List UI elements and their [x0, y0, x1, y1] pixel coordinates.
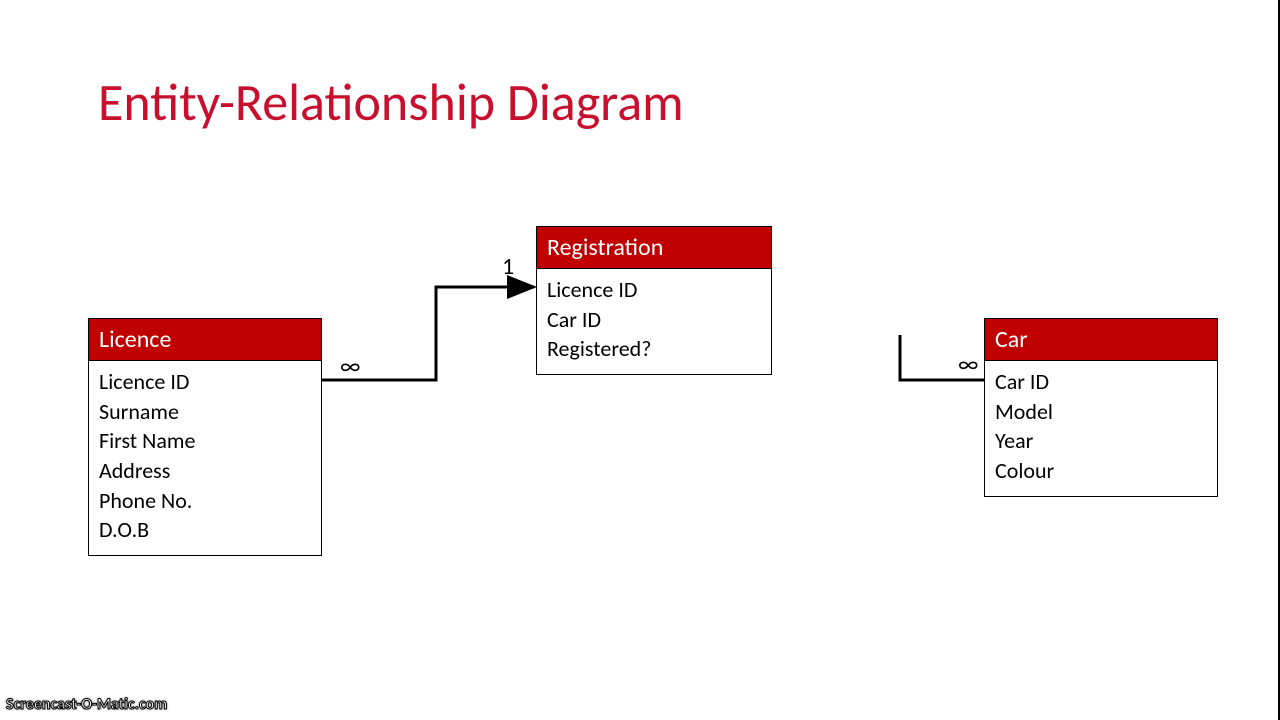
watermark: Screencast-O-Matic.com: [6, 695, 167, 714]
entity-registration-body: Licence ID Car ID Registered?: [537, 269, 771, 374]
cardinality-registration: 1: [502, 252, 514, 281]
entity-field: Phone No.: [99, 486, 311, 516]
entity-field: Model: [995, 397, 1207, 427]
entity-licence-header: Licence: [89, 319, 321, 361]
entity-field: Colour: [995, 456, 1207, 486]
entity-car-body: Car ID Model Year Colour: [985, 361, 1217, 496]
entity-field: Surname: [99, 397, 311, 427]
entity-licence: Licence Licence ID Surname First Name Ad…: [88, 318, 322, 556]
entity-field: Registered?: [547, 334, 761, 364]
entity-field: Licence ID: [99, 367, 311, 397]
entity-field: D.O.B: [99, 515, 311, 545]
entity-field: Licence ID: [547, 275, 761, 305]
entity-field: Car ID: [547, 305, 761, 335]
entity-field: First Name: [99, 426, 311, 456]
page-title: Entity-Relationship Diagram: [98, 70, 684, 134]
entity-registration: Registration Licence ID Car ID Registere…: [536, 226, 772, 375]
entity-registration-header: Registration: [537, 227, 771, 269]
entity-field: Address: [99, 456, 311, 486]
entity-field: Year: [995, 426, 1207, 456]
cardinality-licence: ∞: [340, 352, 360, 381]
entity-car: Car Car ID Model Year Colour: [984, 318, 1218, 497]
entity-field: Car ID: [995, 367, 1207, 397]
cardinality-car: ∞: [958, 350, 978, 379]
entity-car-header: Car: [985, 319, 1217, 361]
entity-licence-body: Licence ID Surname First Name Address Ph…: [89, 361, 321, 555]
